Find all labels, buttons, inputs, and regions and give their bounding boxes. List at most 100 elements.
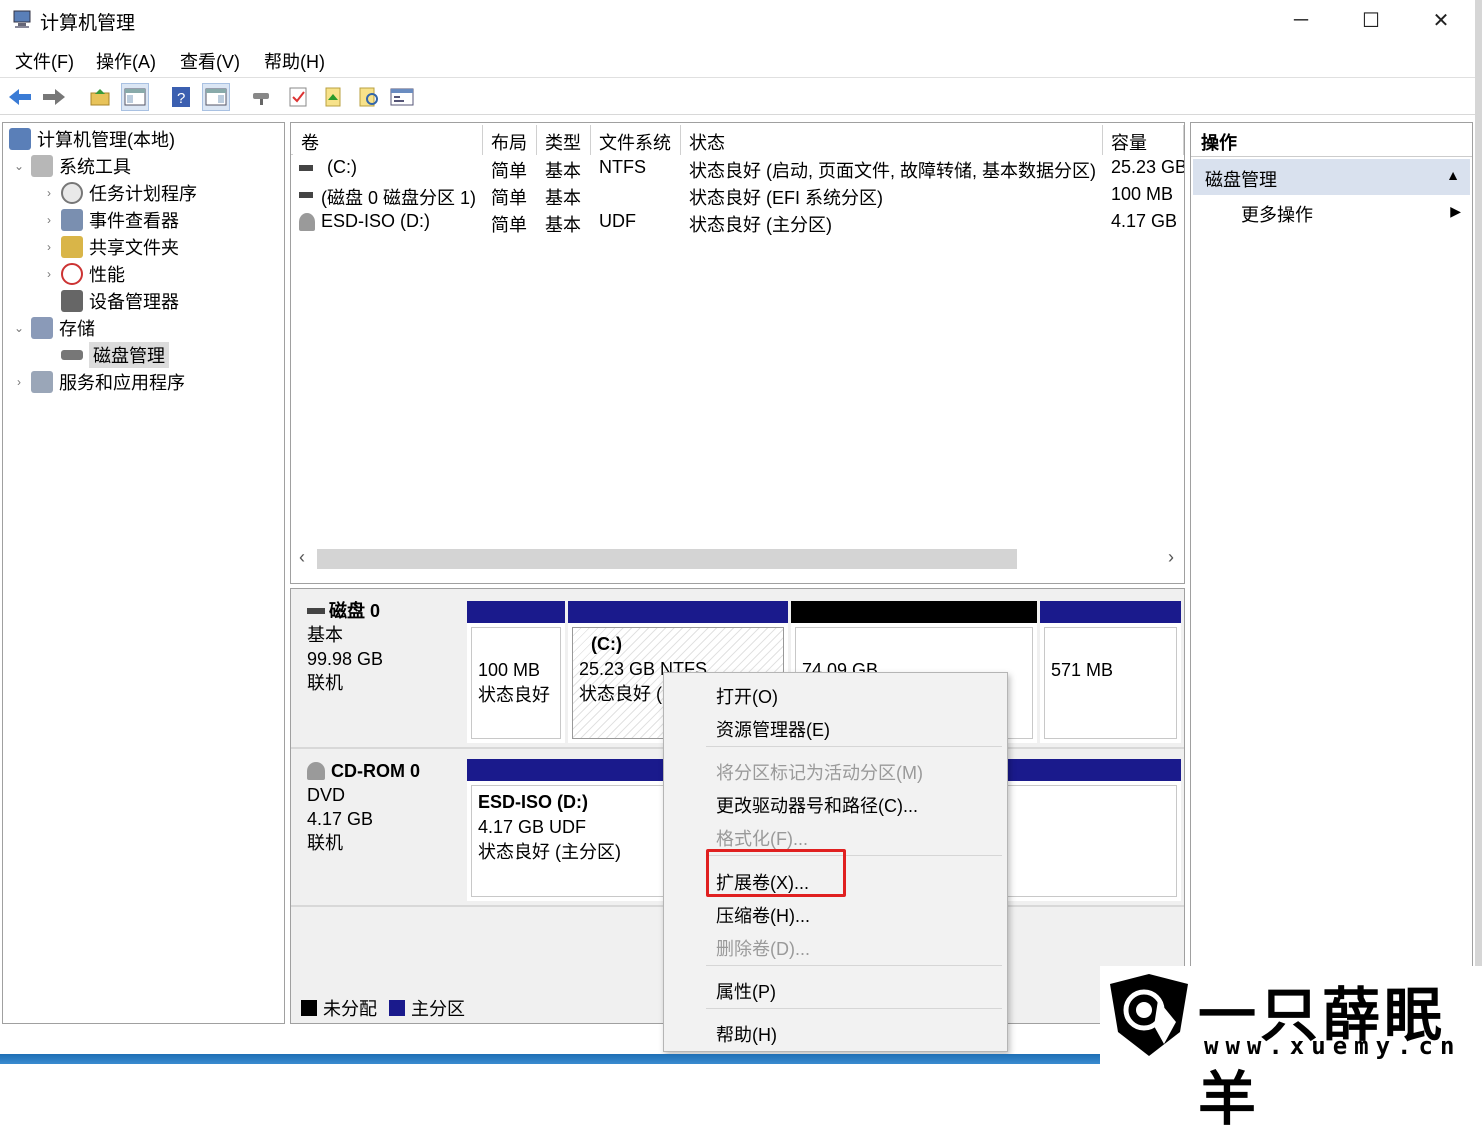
legend-unallocated-swatch (301, 1000, 317, 1016)
actions-pane: 操作 磁盘管理 ▲ 更多操作 ▶ (1190, 122, 1473, 972)
back-icon[interactable] (6, 83, 34, 111)
ram-logo-icon (1106, 970, 1192, 1063)
event-viewer-icon (61, 208, 83, 231)
chevron-right-icon: ▶ (1450, 203, 1461, 219)
menu-item-properties[interactable]: 属性(P) (716, 978, 776, 1004)
cdrom0-size: 4.17 GB (307, 809, 374, 829)
menu-file[interactable]: 文件(F) (15, 48, 74, 74)
volume-list: 卷 布局 类型 文件系统 状态 容量 (C:) 简单 基本 NTFS 状态良好 … (290, 122, 1185, 584)
menu-item-format: 格式化(F)... (716, 829, 808, 849)
horizontal-scrollbar[interactable]: ‹ › (293, 547, 1182, 571)
svg-text:?: ? (177, 90, 185, 107)
performance-icon (61, 262, 83, 285)
col-status[interactable]: 状态 (681, 125, 1103, 155)
disk0-size: 99.98 GB (307, 649, 384, 669)
menu-item-shrink-volume[interactable]: 压缩卷(H)... (716, 902, 810, 928)
chevron-down-icon[interactable]: ⌄ (11, 321, 27, 335)
menu-bar: 文件(F) 操作(A) 查看(V) 帮助(H) (0, 42, 1475, 76)
tree-task-scheduler[interactable]: › 任务计划程序 (41, 179, 197, 206)
partition-efi[interactable]: 100 MB 状态良好 (467, 601, 565, 743)
menu-item-mark-active: 将分区标记为活动分区(M) (716, 763, 923, 783)
disk0-name: 磁盘 0 (329, 601, 381, 621)
import-icon[interactable] (320, 83, 348, 111)
tree-root[interactable]: 计算机管理(本地) (5, 125, 175, 152)
tree-services[interactable]: › 服务和应用程序 (11, 368, 185, 395)
tree-event-viewer[interactable]: › 事件查看器 (41, 206, 179, 233)
forward-icon[interactable] (40, 83, 68, 111)
disk0-status: 联机 (307, 673, 343, 693)
menu-item-explorer[interactable]: 资源管理器(E) (716, 716, 830, 742)
scroll-left-arrow[interactable]: ‹ (299, 547, 305, 568)
legend-primary-swatch (389, 1000, 405, 1016)
watermark: 一只薛眠羊 www.xuemy.cn (1100, 966, 1482, 1133)
volume-icon (299, 165, 313, 171)
tree-disk-management[interactable]: 磁盘管理 (41, 341, 169, 368)
col-volume[interactable]: 卷 (293, 125, 483, 155)
properties-icon[interactable] (388, 83, 416, 111)
scroll-right-arrow[interactable]: › (1168, 547, 1174, 568)
disk0-type: 基本 (307, 625, 343, 645)
col-type[interactable]: 类型 (537, 125, 591, 155)
chevron-right-icon[interactable]: › (41, 186, 57, 200)
console-tree: 计算机管理(本地) ⌄ 系统工具 › 任务计划程序 › 事件查看器 › 共享文件… (2, 122, 285, 1024)
cdrom0-status: 联机 (307, 833, 343, 853)
cdrom0-type: DVD (307, 785, 346, 805)
menu-item-change-letter[interactable]: 更改驱动器号和路径(C)... (716, 792, 918, 818)
up-folder-icon[interactable] (86, 83, 114, 111)
show-hide-console-tree-icon[interactable] (121, 83, 149, 111)
table-row[interactable]: (磁盘 0 磁盘分区 1) 简单 基本 状态良好 (EFI 系统分区) 100 … (291, 182, 1184, 209)
tools-icon (31, 154, 53, 177)
chevron-right-icon[interactable]: › (41, 267, 57, 281)
menu-item-help[interactable]: 帮助(H) (716, 1021, 777, 1047)
partition-recovery[interactable]: 571 MB (1040, 601, 1181, 743)
minimize-button[interactable]: ─ (1266, 0, 1336, 40)
services-icon (31, 370, 53, 393)
volume-table-header: 卷 布局 类型 文件系统 状态 容量 (291, 123, 1184, 155)
tree-shared-folders[interactable]: › 共享文件夹 (41, 233, 179, 260)
toolbar: ? (0, 77, 1475, 115)
search-folder-icon[interactable] (355, 83, 383, 111)
maximize-button[interactable]: ☐ (1336, 0, 1406, 40)
connect-disk-icon[interactable] (248, 83, 276, 111)
chevron-down-icon[interactable]: ⌄ (11, 159, 27, 173)
disk-icon (61, 349, 83, 360)
collapse-icon[interactable]: ▲ (1446, 167, 1460, 183)
tree-performance[interactable]: › 性能 (41, 260, 125, 287)
close-button[interactable]: ✕ (1406, 0, 1476, 40)
col-layout[interactable]: 布局 (483, 125, 537, 155)
cdrom0-info[interactable]: CD-ROM 0 DVD 4.17 GB 联机 (293, 751, 461, 905)
menu-item-delete-volume: 删除卷(D)... (716, 939, 810, 959)
extend-volume-highlight (706, 849, 846, 897)
volume-icon (299, 192, 313, 198)
chevron-right-icon[interactable]: › (11, 375, 27, 389)
disk0-info[interactable]: 磁盘 0 基本 99.98 GB 联机 (293, 591, 461, 745)
table-row[interactable]: (C:) 简单 基本 NTFS 状态良好 (启动, 页面文件, 故障转储, 基本… (291, 155, 1184, 182)
chevron-right-icon[interactable]: › (41, 213, 57, 227)
table-row[interactable]: ESD-ISO (D:) 简单 基本 UDF 状态良好 (主分区) 4.17 G… (291, 209, 1184, 236)
tree-storage[interactable]: ⌄ 存储 (11, 314, 95, 341)
scroll-thumb[interactable] (317, 549, 1017, 569)
legend-primary: 主分区 (411, 999, 465, 1019)
menu-action[interactable]: 操作(A) (96, 48, 156, 74)
col-filesystem[interactable]: 文件系统 (591, 125, 681, 155)
col-capacity[interactable]: 容量 (1103, 125, 1184, 155)
device-manager-icon (61, 289, 83, 312)
tree-system-tools[interactable]: ⌄ 系统工具 (11, 152, 131, 179)
actions-section-disk-management[interactable]: 磁盘管理 ▲ (1193, 159, 1470, 195)
menu-view[interactable]: 查看(V) (180, 48, 240, 74)
show-hide-action-pane-icon[interactable] (202, 83, 230, 111)
computer-management-icon (12, 8, 34, 30)
menu-item-open[interactable]: 打开(O) (716, 683, 778, 709)
clock-icon (61, 181, 83, 204)
tree-device-manager[interactable]: 设备管理器 (41, 287, 179, 314)
cd-drive-icon (299, 213, 315, 231)
window-title: 计算机管理 (40, 13, 136, 34)
checklist-icon[interactable] (284, 83, 312, 111)
storage-icon (31, 316, 53, 339)
menu-help[interactable]: 帮助(H) (264, 48, 325, 74)
disk-icon (307, 608, 325, 614)
help-icon[interactable]: ? (167, 83, 195, 111)
legend-unallocated: 未分配 (323, 999, 377, 1019)
more-actions[interactable]: 更多操作 ▶ (1241, 201, 1471, 227)
chevron-right-icon[interactable]: › (41, 240, 57, 254)
